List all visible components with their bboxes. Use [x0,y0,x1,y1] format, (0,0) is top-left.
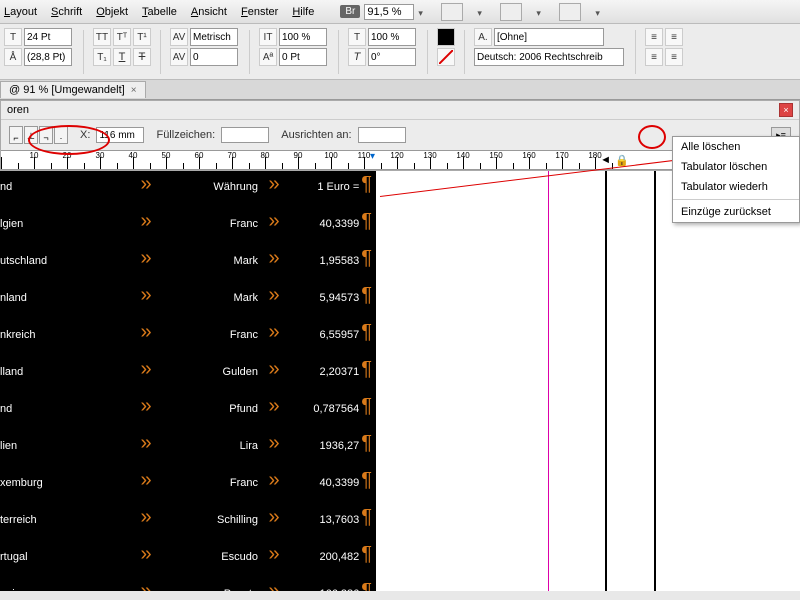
table-row: nkreich»Franc»6,55957¶ [0,321,376,358]
table-row: xemburg»Franc»40,3399¶ [0,469,376,506]
screen-dropdown-icon[interactable] [536,7,545,16]
menu-item-clear-all[interactable]: Alle löschen [673,137,799,157]
text-frame[interactable]: nd»Währung»1 Euro =¶lgien»Franc»40,3399¶… [0,171,376,591]
superscript-icon[interactable]: T¹ [133,28,151,46]
document-tab[interactable]: @ 91 % [Umgewandelt] × [0,81,146,98]
bridge-badge[interactable]: Br [340,5,360,18]
spread-edge [654,171,656,591]
table-row: nland»Mark»5,94573¶ [0,284,376,321]
table-row: lien»Lira»1936,27¶ [0,432,376,469]
language-input[interactable] [474,48,624,66]
tracking-icon: AV [170,48,188,66]
tab-left-align-icon[interactable]: ⌐ [9,126,23,144]
margin-guide [548,171,549,591]
x-position-input[interactable] [96,127,144,143]
kerning-input[interactable] [190,28,238,46]
tabs-panel-title: oren [7,104,29,116]
menu-tabelle[interactable]: Tabelle [142,6,177,18]
align-on-label: Ausrichten an: [281,129,351,141]
smallcaps-icon[interactable]: Tᵀ [113,28,131,46]
menu-item-reset-indents[interactable]: Einzüge zurückset [673,202,799,222]
table-row: anien»Peseta»166,386¶ [0,580,376,591]
align-justify-icon[interactable]: ≡ [665,48,683,66]
tab-align-buttons: ⌐ ┴ ¬ · [9,126,68,144]
tab-stop-marker[interactable]: ▾ [370,151,375,162]
baseline-input[interactable] [279,48,327,66]
view-mode-icon[interactable] [441,3,463,21]
table-row: nd»Währung»1 Euro =¶ [0,173,376,210]
zoom-input[interactable] [364,4,414,20]
allcaps-icon[interactable]: TT [93,28,111,46]
hscale-input[interactable] [368,28,416,46]
table-row: utschland»Mark»1,95583¶ [0,247,376,284]
skew-input[interactable] [368,48,416,66]
table-row: lgien»Franc»40,3399¶ [0,210,376,247]
font-size-input[interactable] [24,28,72,46]
align-right-icon[interactable]: ≡ [645,48,663,66]
hscale-icon: T [348,28,366,46]
menu-ansicht[interactable]: Ansicht [191,6,227,18]
tab-decimal-align-icon[interactable]: · [54,126,68,144]
x-position-label: X: [80,129,90,141]
fill-color-icon[interactable] [437,28,455,46]
leading-icon: Å [4,48,22,66]
view-dropdown-icon[interactable] [477,7,486,16]
underline-icon[interactable]: T [113,48,131,66]
menu-schrift[interactable]: Schrift [51,6,82,18]
tabs-context-menu: Alle löschen Tabulator löschen Tabulator… [672,136,800,223]
fill-char-label: Füllzeichen: [156,129,215,141]
close-panel-icon[interactable]: × [779,103,793,117]
tab-right-align-icon[interactable]: ¬ [39,126,53,144]
zoom-dropdown-icon[interactable] [418,7,427,16]
table-row: lland»Gulden»2,20371¶ [0,358,376,395]
arrange-icon[interactable] [559,3,581,21]
align-center-icon[interactable]: ≡ [665,28,683,46]
lock-icon[interactable]: 🔒 [613,151,631,169]
menu-hilfe[interactable]: Hilfe [292,6,314,18]
menu-fenster[interactable]: Fenster [241,6,278,18]
kerning-icon: AV [170,28,188,46]
menu-objekt[interactable]: Objekt [96,6,128,18]
document-area: nd»Währung»1 Euro =¶lgien»Franc»40,3399¶… [0,171,800,591]
close-tab-icon[interactable]: × [131,85,137,96]
tracking-input[interactable] [190,48,238,66]
subscript-icon[interactable]: T₁ [93,48,111,66]
vscale-icon: IT [259,28,277,46]
page-edge [605,171,607,591]
font-size-icon: T [4,28,22,46]
align-on-input[interactable] [358,127,406,143]
right-indent-marker[interactable]: ◄ [600,154,611,166]
skew-icon: T [348,48,366,66]
fill-char-input[interactable] [221,127,269,143]
menu-layout[interactable]: Layout [4,6,37,18]
menu-item-delete-tab[interactable]: Tabulator löschen [673,157,799,177]
menu-divider [673,199,799,200]
stroke-color-icon[interactable] [437,48,455,66]
char-style-input[interactable] [494,28,604,46]
leading-input[interactable] [24,48,72,66]
char-style-icon: A. [474,28,492,46]
menu-bar: Layout Schrift Objekt Tabelle Ansicht Fe… [0,0,800,24]
table-row: nd»Pfund»0,787564¶ [0,395,376,432]
table-row: terreich»Schilling»13,7603¶ [0,506,376,543]
table-row: rtugal»Escudo»200,482¶ [0,543,376,580]
baseline-icon: Aª [259,48,277,66]
vscale-input[interactable] [279,28,327,46]
arrange-dropdown-icon[interactable] [595,7,604,16]
control-toolbar: T Å TT Tᵀ T¹ T₁ T T AV AV [0,24,800,80]
screen-mode-icon[interactable] [500,3,522,21]
document-tab-bar: @ 91 % [Umgewandelt] × [0,80,800,100]
tab-center-align-icon[interactable]: ┴ [24,126,38,144]
align-left-icon[interactable]: ≡ [645,28,663,46]
document-tab-title: @ 91 % [Umgewandelt] [9,84,125,96]
strikethrough-icon[interactable]: T [133,48,151,66]
menu-item-repeat-tab[interactable]: Tabulator wiederh [673,177,799,197]
